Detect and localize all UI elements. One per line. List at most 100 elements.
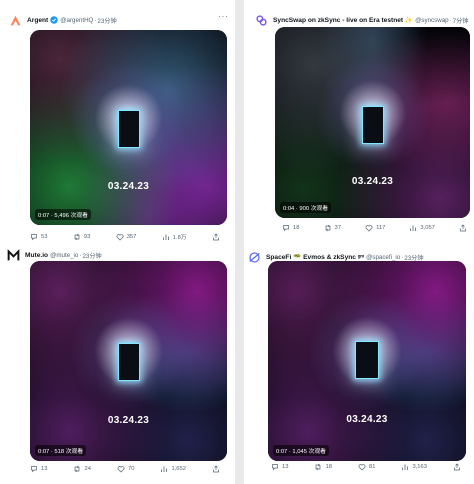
reply-count: 53	[41, 233, 48, 240]
like-button[interactable]: 70	[117, 465, 134, 473]
views-bar-chart-icon	[410, 225, 417, 231]
author-handle[interactable]: @spacefi_io	[366, 254, 400, 261]
spacefi-logo-icon[interactable]	[247, 250, 261, 264]
reply-icon	[283, 225, 289, 232]
reply-button[interactable]: 13	[30, 465, 47, 473]
video-player[interactable]: 03.24.23 0:04 · 900 次观看	[275, 27, 470, 218]
video-player[interactable]: 03.24.23 0:07 · 1,045 次观看	[268, 261, 466, 461]
separator: ·	[79, 251, 82, 259]
share-button[interactable]	[212, 233, 220, 241]
like-count: 70	[127, 466, 135, 472]
tweet-card-spacefi[interactable]: SpaceFi 🥗 Evmos & zkSync ᵍᵐ @spacefi_io …	[244, 238, 474, 484]
reply-button[interactable]: 13	[271, 463, 288, 471]
action-bar: 53 93 357 1.8万	[30, 232, 220, 241]
separator: ·	[94, 16, 97, 24]
views-count: 1.8万	[172, 235, 187, 241]
video-duration-views: 0:07 · 5,496 次观看	[35, 209, 91, 220]
reply-count: 13	[282, 464, 289, 470]
repost-count: 93	[83, 233, 91, 240]
reply-icon	[31, 233, 37, 240]
repost-icon	[75, 465, 80, 473]
share-button[interactable]	[459, 224, 467, 232]
like-button[interactable]: 357	[116, 233, 137, 241]
like-count: 81	[368, 464, 376, 470]
share-icon	[213, 465, 219, 473]
views-button[interactable]: 1.8万	[162, 232, 187, 241]
more-options-icon[interactable]: ···	[218, 12, 229, 21]
video-duration-views: 0:07 · 518 次观看	[35, 445, 87, 456]
video-player[interactable]: 03.24.23 0:07 · 5,496 次观看	[30, 30, 227, 225]
share-icon	[460, 224, 466, 232]
author-name[interactable]: SyncSwap on zkSync - live on Era testnet…	[273, 16, 413, 24]
heart-icon	[358, 464, 366, 471]
views-bar-chart-icon	[402, 464, 409, 470]
glowing-rectangle	[361, 106, 384, 144]
post-time[interactable]: 23分钟	[97, 16, 116, 25]
glowing-rectangle	[117, 343, 140, 381]
author-name[interactable]: Mute.io	[25, 252, 48, 259]
repost-icon	[316, 463, 321, 471]
repost-icon	[325, 224, 330, 232]
repost-button[interactable]: 37	[324, 224, 341, 232]
views-bar-chart-icon	[162, 234, 169, 240]
reply-icon	[31, 466, 37, 473]
video-date-text: 03.24.23	[351, 176, 394, 187]
author-handle[interactable]: @argentHQ	[60, 17, 93, 24]
like-count: 117	[376, 225, 386, 231]
video-duration-views: 0:04 · 900 次观看	[280, 202, 332, 213]
author-handle[interactable]: @mute_io	[50, 252, 78, 259]
views-bar-chart-icon	[161, 466, 168, 472]
reply-count: 18	[293, 225, 300, 231]
action-bar: 13 24 70 1,652	[30, 465, 220, 473]
video-date-text: 03.24.23	[346, 414, 388, 425]
author-name[interactable]: SpaceFi 🥗 Evmos & zkSync ᵍᵐ	[266, 253, 364, 261]
glowing-rectangle	[117, 110, 140, 148]
heart-icon	[116, 233, 124, 240]
repost-count: 18	[325, 464, 332, 470]
author-name[interactable]: Argent	[27, 17, 48, 24]
reply-button[interactable]: 18	[282, 224, 299, 232]
repost-button[interactable]: 93	[73, 233, 90, 241]
views-button[interactable]: 3,163	[401, 463, 427, 471]
action-bar: 13 18 81 3,163	[271, 463, 461, 471]
reply-button[interactable]: 53	[30, 233, 47, 241]
repost-icon	[74, 233, 80, 240]
argent-logo-icon[interactable]	[8, 13, 22, 27]
repost-count: 24	[84, 466, 91, 472]
views-button[interactable]: 1,652	[160, 465, 186, 473]
glowing-rectangle	[355, 341, 379, 379]
like-button[interactable]: 81	[358, 463, 375, 471]
reply-count: 13	[41, 466, 48, 472]
share-icon	[454, 463, 460, 471]
share-button[interactable]	[212, 465, 220, 473]
heart-icon	[117, 466, 125, 473]
views-count: 3,057	[420, 225, 435, 231]
separator: ·	[401, 253, 404, 261]
like-count: 357	[126, 233, 137, 240]
video-player[interactable]: 03.24.23 0:07 · 518 次观看	[30, 261, 227, 461]
heart-icon	[365, 225, 373, 232]
mute-logo-icon[interactable]	[6, 248, 20, 262]
tweet-card-syncswap[interactable]: SyncSwap on zkSync - live on Era testnet…	[244, 0, 474, 238]
video-duration-views: 0:07 · 1,045 次观看	[273, 445, 329, 456]
verified-badge-icon	[50, 16, 58, 24]
video-date-text: 03.24.23	[107, 181, 150, 192]
reply-icon	[272, 464, 278, 471]
tweet-card-mute[interactable]: Mute.io @mute_io · 23分钟 03.24.23 0:07 · …	[0, 244, 235, 484]
views-button[interactable]: 3,057	[409, 224, 435, 232]
author-handle[interactable]: @syncswap	[415, 17, 448, 24]
action-bar: 18 37 117 3,057	[282, 224, 467, 232]
repost-count: 37	[334, 225, 341, 231]
repost-button[interactable]: 18	[314, 463, 332, 471]
post-time[interactable]: 23分钟	[82, 251, 101, 260]
syncswap-logo-icon[interactable]	[254, 13, 268, 27]
tweet-card-argent[interactable]: Argent @argentHQ · 23分钟 ··· 03.24.23 0:0…	[0, 0, 235, 246]
repost-button[interactable]: 24	[73, 465, 91, 473]
views-count: 3,163	[412, 464, 427, 470]
video-date-text: 03.24.23	[107, 415, 150, 426]
separator: ·	[449, 16, 452, 24]
like-button[interactable]: 117	[365, 224, 385, 232]
share-button[interactable]	[453, 463, 461, 471]
post-time[interactable]: 7分钟	[453, 16, 469, 25]
views-count: 1,652	[171, 466, 186, 472]
